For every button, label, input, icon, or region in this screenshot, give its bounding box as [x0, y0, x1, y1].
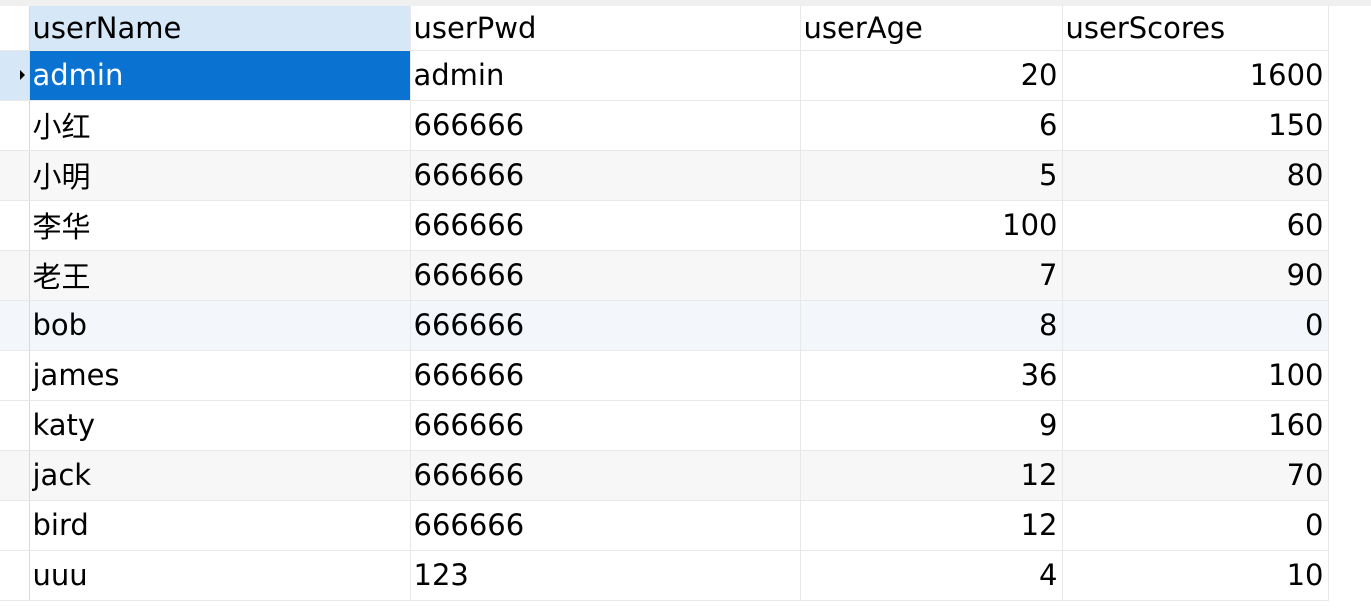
cell-userage[interactable]: 8: [800, 300, 1063, 351]
cell-username[interactable]: 小红: [29, 100, 411, 151]
cell-userscores[interactable]: 70: [1062, 450, 1329, 501]
cell-userscores[interactable]: 160: [1062, 400, 1329, 451]
cell-userpwd[interactable]: 123: [410, 550, 801, 601]
table-row[interactable]: 小明 666666 5 80: [0, 150, 1329, 201]
cell-userpwd[interactable]: 666666: [410, 100, 801, 151]
column-header-userpwd[interactable]: userPwd: [410, 6, 801, 51]
table-row[interactable]: james 666666 36 100: [0, 350, 1329, 401]
cell-username[interactable]: katy: [29, 400, 411, 451]
row-header[interactable]: [0, 50, 30, 101]
cell-userscores[interactable]: 100: [1062, 350, 1329, 401]
table-row[interactable]: admin admin 20 1600: [0, 50, 1329, 101]
row-header[interactable]: [0, 250, 30, 301]
column-header-userscores[interactable]: userScores: [1062, 6, 1329, 51]
cell-userage[interactable]: 100: [800, 200, 1063, 251]
cell-username[interactable]: admin: [29, 50, 411, 101]
table-row[interactable]: 李华 666666 100 60: [0, 200, 1329, 251]
row-header-corner[interactable]: [0, 6, 30, 51]
cell-userage[interactable]: 36: [800, 350, 1063, 401]
header-row: userName userPwd userAge userScores: [0, 6, 1329, 51]
cell-userage[interactable]: 7: [800, 250, 1063, 301]
column-header-username[interactable]: userName: [29, 6, 411, 51]
row-header[interactable]: [0, 300, 30, 351]
cell-userpwd[interactable]: 666666: [410, 500, 801, 551]
cell-userscores[interactable]: 60: [1062, 200, 1329, 251]
data-grid[interactable]: userName userPwd userAge userScores admi…: [0, 6, 1371, 616]
cell-username[interactable]: jack: [29, 450, 411, 501]
row-header[interactable]: [0, 500, 30, 551]
cell-userpwd[interactable]: 666666: [410, 300, 801, 351]
row-header[interactable]: [0, 200, 30, 251]
cell-userpwd[interactable]: 666666: [410, 250, 801, 301]
row-header[interactable]: [0, 350, 30, 401]
cell-username[interactable]: 小明: [29, 150, 411, 201]
column-header-userage[interactable]: userAge: [800, 6, 1063, 51]
row-header[interactable]: [0, 400, 30, 451]
table-row[interactable]: 老王 666666 7 90: [0, 250, 1329, 301]
cell-userpwd[interactable]: 666666: [410, 350, 801, 401]
cell-userage[interactable]: 12: [800, 500, 1063, 551]
cell-userpwd[interactable]: 666666: [410, 200, 801, 251]
cell-userpwd[interactable]: 666666: [410, 400, 801, 451]
cell-userscores[interactable]: 0: [1062, 300, 1329, 351]
row-header[interactable]: [0, 450, 30, 501]
row-header[interactable]: [0, 150, 30, 201]
cell-username[interactable]: 李华: [29, 200, 411, 251]
cell-userpwd[interactable]: 666666: [410, 150, 801, 201]
table-row[interactable]: 小红 666666 6 150: [0, 100, 1329, 151]
cell-userscores[interactable]: 150: [1062, 100, 1329, 151]
cell-username[interactable]: james: [29, 350, 411, 401]
table-row[interactable]: uuu 123 4 10: [0, 550, 1329, 601]
cell-userage[interactable]: 4: [800, 550, 1063, 601]
table-row[interactable]: bob 666666 8 0: [0, 300, 1329, 351]
cell-userage[interactable]: 6: [800, 100, 1063, 151]
cell-userage[interactable]: 12: [800, 450, 1063, 501]
cell-username[interactable]: uuu: [29, 550, 411, 601]
cell-userscores[interactable]: 1600: [1062, 50, 1329, 101]
cell-username[interactable]: 老王: [29, 250, 411, 301]
cell-userscores[interactable]: 80: [1062, 150, 1329, 201]
table-row[interactable]: jack 666666 12 70: [0, 450, 1329, 501]
cell-userage[interactable]: 9: [800, 400, 1063, 451]
cell-userage[interactable]: 5: [800, 150, 1063, 201]
row-header[interactable]: [0, 100, 30, 151]
cell-userage[interactable]: 20: [800, 50, 1063, 101]
cell-userpwd[interactable]: admin: [410, 50, 801, 101]
cell-userscores[interactable]: 10: [1062, 550, 1329, 601]
row-header[interactable]: [0, 550, 30, 601]
cell-userpwd[interactable]: 666666: [410, 450, 801, 501]
table-row[interactable]: bird 666666 12 0: [0, 500, 1329, 551]
cell-userscores[interactable]: 0: [1062, 500, 1329, 551]
current-row-arrow-icon: [20, 69, 25, 80]
cell-userscores[interactable]: 90: [1062, 250, 1329, 301]
results-table: userName userPwd userAge userScores admi…: [0, 6, 1329, 601]
cell-username[interactable]: bird: [29, 500, 411, 551]
cell-username[interactable]: bob: [29, 300, 411, 351]
table-row[interactable]: katy 666666 9 160: [0, 400, 1329, 451]
